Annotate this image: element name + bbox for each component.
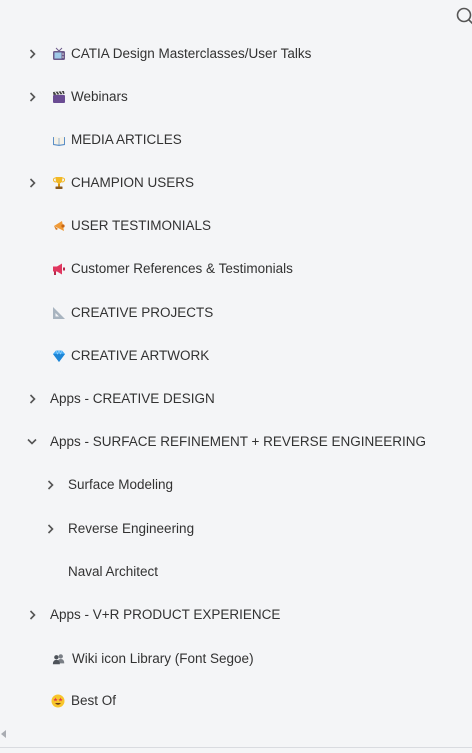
nav-item-wiki-icon-library[interactable]: Wiki icon Library (Font Segoe)	[0, 647, 260, 671]
chevron-right-icon[interactable]	[28, 92, 38, 102]
nav-item-user-testimonials[interactable]: USER TESTIMONIALS	[0, 214, 220, 238]
star-struck-face-icon	[51, 694, 65, 708]
nav-item-label: CATIA Design Masterclasses/User Talks	[71, 46, 312, 61]
tv-icon	[52, 47, 66, 61]
nav-item-surface-modeling[interactable]: Surface Modeling	[0, 473, 200, 497]
nav-item-customer-references[interactable]: Customer References & Testimonials	[0, 257, 300, 281]
nav-item-label: CHAMPION USERS	[71, 175, 195, 190]
chevron-right-icon[interactable]	[46, 524, 56, 534]
nav-item-label: Apps - CREATIVE DESIGN	[50, 391, 215, 406]
nav-item-label: Naval Architect	[68, 564, 159, 579]
nav-item-label: Best Of	[71, 693, 117, 708]
nav-item-label: Webinars	[71, 89, 128, 104]
nav-item-label: Wiki icon Library (Font Segoe)	[72, 651, 254, 666]
megaphone-icon	[52, 219, 66, 233]
nav-item-apps-vr-product-experience[interactable]: Apps - V+R PRODUCT EXPERIENCE	[0, 603, 280, 627]
chevron-right-icon[interactable]	[28, 178, 38, 188]
navigation-tree: CATIA Design Masterclasses/User Talks We…	[0, 0, 472, 753]
nav-item-creative-artwork[interactable]: CREATIVE ARTWORK	[0, 344, 220, 368]
gem-icon	[52, 349, 66, 363]
trophy-icon	[52, 176, 66, 190]
nav-item-apps-creative-design[interactable]: Apps - CREATIVE DESIGN	[0, 387, 230, 411]
nav-item-label: USER TESTIMONIALS	[71, 218, 212, 233]
people-icon	[52, 652, 66, 666]
chevron-right-icon[interactable]	[28, 394, 38, 404]
open-book-icon	[52, 133, 66, 147]
nav-item-label: Reverse Engineering	[68, 521, 195, 536]
clapper-board-icon	[52, 90, 66, 104]
loudspeaker-icon	[52, 262, 66, 276]
triangular-ruler-icon	[52, 306, 66, 320]
nav-item-naval-architect[interactable]: Naval Architect	[0, 560, 200, 584]
nav-item-creative-projects[interactable]: CREATIVE PROJECTS	[0, 301, 220, 325]
nav-item-label: Apps - V+R PRODUCT EXPERIENCE	[50, 607, 281, 622]
nav-item-champion-users[interactable]: CHAMPION USERS	[0, 171, 200, 195]
chevron-right-icon[interactable]	[46, 480, 56, 490]
nav-item-catia-masterclasses[interactable]: CATIA Design Masterclasses/User Talks	[0, 42, 311, 66]
nav-item-label: CREATIVE ARTWORK	[71, 348, 210, 363]
nav-item-label: Apps - SURFACE REFINEMENT + REVERSE ENGI…	[50, 434, 426, 449]
nav-item-label: MEDIA ARTICLES	[71, 132, 182, 147]
nav-item-best-of[interactable]: Best Of	[0, 689, 160, 713]
nav-item-label: Surface Modeling	[68, 477, 174, 492]
divider	[0, 747, 472, 748]
nav-item-apps-surface-refinement[interactable]: Apps - SURFACE REFINEMENT + REVERSE ENGI…	[0, 430, 426, 454]
search-icon[interactable]	[455, 6, 472, 28]
nav-item-reverse-engineering[interactable]: Reverse Engineering	[0, 517, 200, 541]
chevron-right-icon[interactable]	[28, 49, 38, 59]
scroll-left-arrow-icon[interactable]	[0, 726, 8, 738]
nav-item-webinars[interactable]: Webinars	[0, 85, 200, 109]
nav-item-label: Customer References & Testimonials	[71, 261, 293, 276]
chevron-down-icon[interactable]	[27, 437, 37, 447]
chevron-right-icon[interactable]	[28, 610, 38, 620]
nav-item-label: CREATIVE PROJECTS	[71, 305, 214, 320]
nav-item-media-articles[interactable]: MEDIA ARTICLES	[0, 128, 200, 152]
